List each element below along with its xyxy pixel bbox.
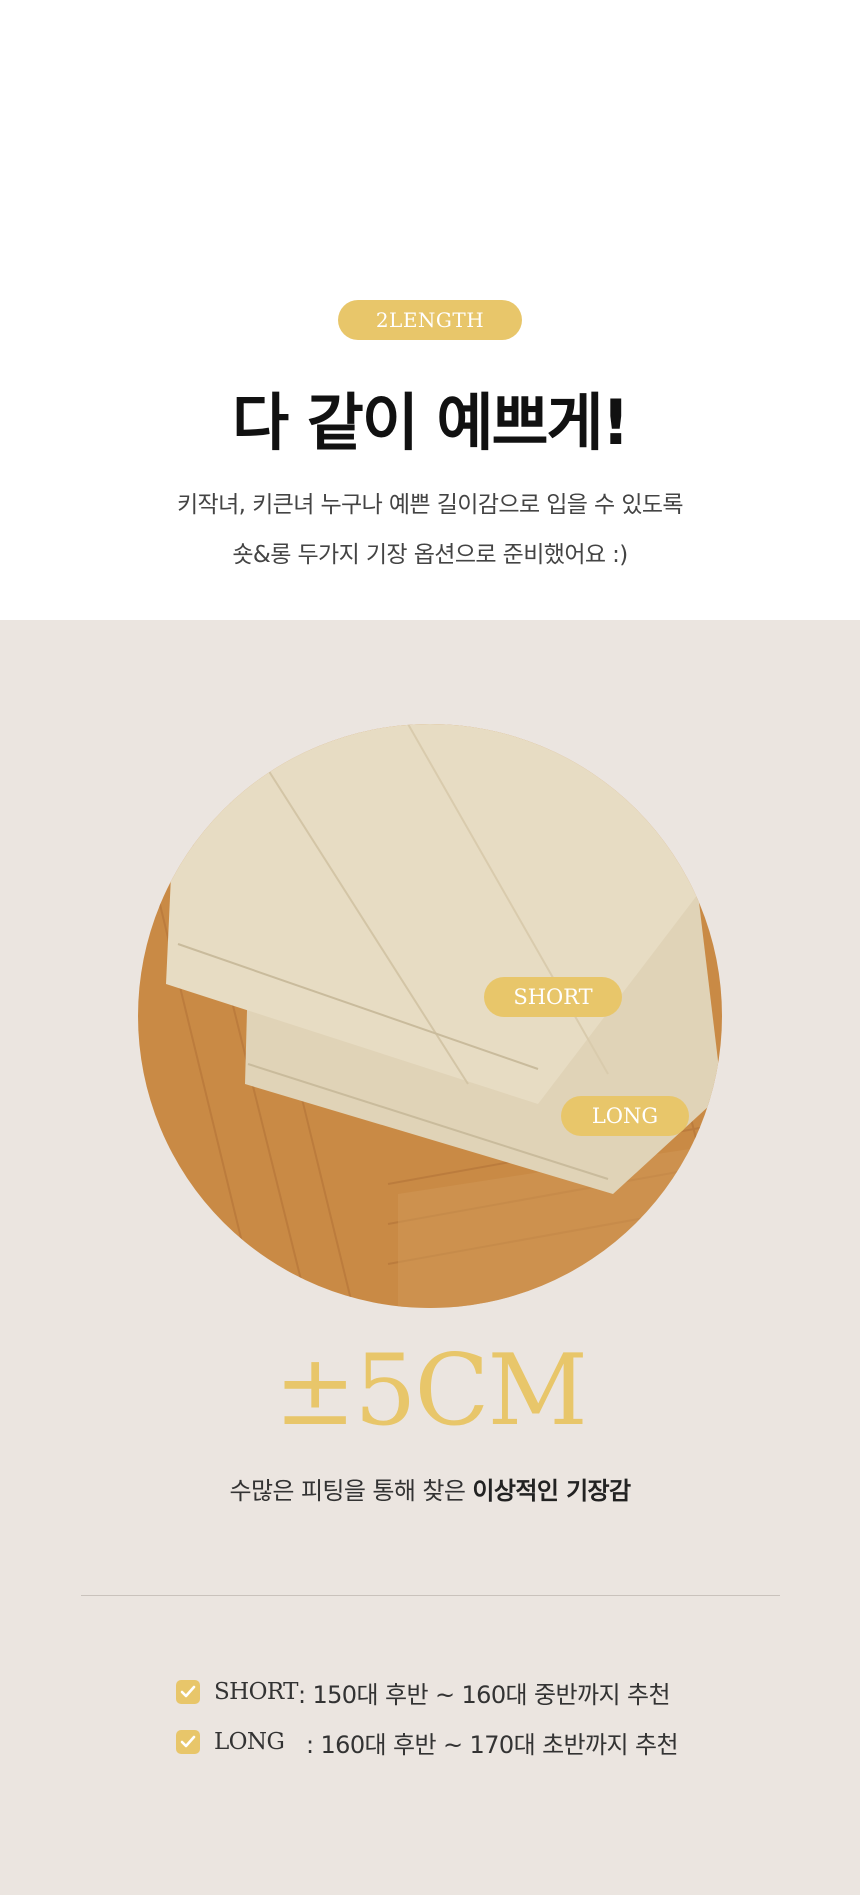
option-long-key: LONG <box>214 1729 285 1755</box>
hem-photo <box>138 724 722 1308</box>
fit-caption-bold: 이상적인 기장감 <box>472 1477 631 1505</box>
option-short-desc: : 150대 후반 ~ 160대 중반까지 추천 <box>297 1680 671 1709</box>
option-long-desc: : 160대 후반 ~ 170대 초반까지 추천 <box>306 1730 679 1759</box>
fit-caption-plain: 수많은 피팅을 통해 찾은 <box>229 1477 473 1505</box>
short-tag: SHORT <box>484 977 622 1017</box>
description-line-2: 숏&롱 두가지 기장 옵션으로 준비했어요 :) <box>232 542 628 568</box>
description-line-1: 키작녀, 키큰녀 누구나 예쁜 길이감으로 입을 수 있도록 <box>176 492 684 518</box>
check-icon <box>176 1730 200 1754</box>
option-short-key: SHORT <box>214 1679 299 1705</box>
length-difference: ±5CM <box>274 1334 588 1448</box>
fit-caption: 수많은 피팅을 통해 찾은 이상적인 기장감 <box>0 1471 860 1506</box>
option-short: SHORT : 150대 후반 ~ 160대 중반까지 추천 <box>176 1677 671 1709</box>
length-badge: 2LENGTH <box>338 300 522 340</box>
hem-photo-illustration <box>138 724 722 1308</box>
intro-section: 2LENGTH 다 같이 예쁘게! 키작녀, 키큰녀 누구나 예쁜 길이감으로 … <box>0 0 860 620</box>
divider <box>81 1595 780 1596</box>
headline: 다 같이 예쁘게! <box>232 386 630 459</box>
long-tag: LONG <box>561 1096 689 1136</box>
option-long: LONG : 160대 후반 ~ 170대 초반까지 추천 <box>176 1727 679 1759</box>
check-icon <box>176 1680 200 1704</box>
